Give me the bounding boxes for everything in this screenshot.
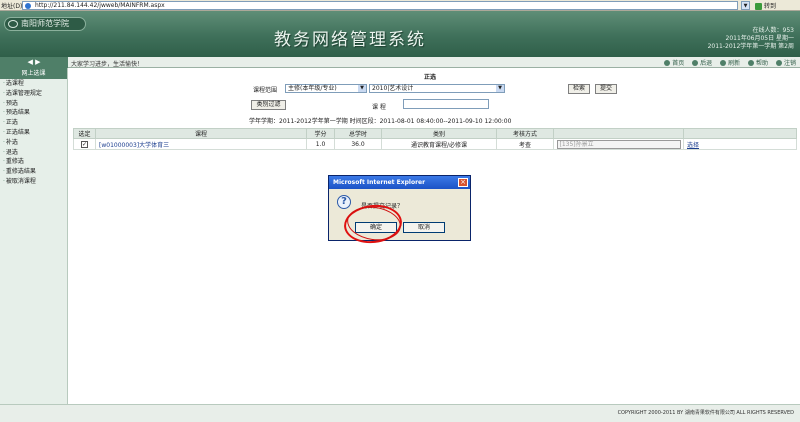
- course-cell[interactable]: [w01000003]大学体育三: [95, 138, 307, 150]
- select-checkbox[interactable]: ✓: [81, 140, 88, 148]
- close-icon[interactable]: ×: [458, 178, 468, 187]
- go-label: 转到: [764, 3, 777, 10]
- col-exam: 考核方式: [496, 128, 554, 139]
- col-credit: 学分: [306, 128, 335, 139]
- sidebar-item-rules[interactable]: 选课管理规定: [0, 89, 67, 99]
- nav-home[interactable]: 首页: [664, 60, 684, 67]
- col-action: [683, 128, 797, 139]
- sidebar-item-drop[interactable]: 退选: [0, 148, 67, 158]
- top-nav: 首页 后退 刷新 帮助 注销: [658, 58, 796, 67]
- seat-cell: [135]孙景立: [553, 138, 684, 150]
- sidebar-item-formal-select[interactable]: 正选: [0, 118, 67, 128]
- url-input[interactable]: http://211.84.144.42/jwweb/MAINFRM.aspx: [22, 1, 738, 10]
- nav-help[interactable]: 帮助: [748, 60, 768, 67]
- page-title: 正选: [424, 74, 437, 81]
- sidebar-item-cancelled[interactable]: 被取消课程: [0, 177, 67, 187]
- copyright: COPYRIGHT 2000-2011 BY 湖南青果软件有限公司 ALL RI…: [617, 410, 794, 416]
- current-date: 2011年06月05日 星期一: [725, 35, 794, 42]
- header-banner: 南阳师范学院 教务网络管理系统 在线人数：953 2011年06月05日 星期一…: [0, 11, 800, 57]
- go-button[interactable]: 转到: [755, 1, 776, 10]
- sidebar-item-retake-result[interactable]: 重修选结果: [0, 167, 67, 177]
- credit-cell: 1.0: [306, 138, 335, 150]
- nav-back[interactable]: 后退: [692, 60, 712, 67]
- url-dropdown-icon[interactable]: ▼: [741, 1, 750, 10]
- online-count: 在线人数：953: [752, 27, 794, 34]
- sidebar-item-formal-result[interactable]: 正选结果: [0, 128, 67, 138]
- cancel-button[interactable]: 取消: [403, 222, 445, 233]
- sidebar: 网上选课 选课程 选课管理规定 预选 预选结果 正选 正选结果 补选 退选 重修…: [0, 68, 68, 422]
- submit-button[interactable]: 提交: [595, 84, 617, 94]
- teacher-field: [135]孙景立: [556, 139, 681, 149]
- url-text: http://211.84.144.42/jwweb/MAINFRM.aspx: [35, 2, 165, 9]
- category-cell: 通识教育课程/必修课: [381, 138, 497, 150]
- sidebar-item-retake[interactable]: 重修选: [0, 157, 67, 167]
- marquee-text: 大家学习进步，生活愉快！: [71, 61, 144, 68]
- major-value: 2010|艺术设计: [372, 85, 414, 92]
- school-name: 南阳师范学院: [21, 19, 69, 28]
- collapse-arrows-icon[interactable]: ◀ ▶: [0, 57, 68, 68]
- range-label: 课程范围: [253, 87, 278, 94]
- chevron-down-icon: ▼: [496, 85, 504, 92]
- sidebar-header: 网上选课: [0, 68, 67, 79]
- nav-refresh[interactable]: 刷新: [720, 60, 740, 67]
- filter-button[interactable]: 类别过滤: [251, 100, 286, 110]
- col-category: 类别: [381, 128, 497, 139]
- sidebar-item-supplement[interactable]: 补选: [0, 138, 67, 148]
- col-hours: 总学时: [334, 128, 382, 139]
- sidebar-item-course[interactable]: 选课程: [0, 79, 67, 89]
- col-course: 课程: [95, 128, 307, 139]
- hours-cell: 36.0: [334, 138, 382, 150]
- footer: COPYRIGHT 2000-2011 BY 湖南青果软件有限公司 ALL RI…: [0, 404, 800, 422]
- current-term: 2011-2012学年第一学期 第2周: [707, 43, 794, 50]
- course-input[interactable]: [403, 99, 489, 109]
- term-info: 学年学期：2011-2012学年第一学期 时间区段：2011-08-01 08:…: [249, 118, 512, 125]
- table-row: ✓ [w01000003]大学体育三 1.0 36.0 通识教育课程/必修课 考…: [73, 138, 797, 150]
- course-table: 选定 课程 学分 总学时 类别 考核方式 ✓ [w01000003]大学体育三 …: [73, 128, 797, 150]
- address-label: 地址(D): [1, 3, 23, 10]
- sidebar-item-preselect[interactable]: 预选: [0, 99, 67, 109]
- go-arrow-icon: [755, 3, 762, 10]
- course-label: 课 程: [372, 104, 386, 111]
- logo-emblem-icon: [8, 20, 18, 28]
- search-button[interactable]: 检索: [568, 84, 590, 94]
- choose-link[interactable]: 选择: [683, 138, 797, 150]
- question-icon: ?: [337, 195, 351, 209]
- sidebar-item-preselect-result[interactable]: 预选结果: [0, 108, 67, 118]
- ie-icon: [25, 3, 31, 9]
- school-logo: 南阳师范学院: [4, 17, 86, 31]
- range-value: 主修(本年级/专业): [288, 85, 337, 92]
- dialog-title: Microsoft Internet Explorer: [329, 176, 470, 189]
- select-cell: ✓: [73, 138, 96, 150]
- nav-logout[interactable]: 注销: [776, 60, 796, 67]
- system-title: 教务网络管理系统: [274, 30, 426, 50]
- col-seat: [553, 128, 684, 139]
- major-select[interactable]: 2010|艺术设计 ▼: [369, 84, 505, 93]
- col-select: 选定: [73, 128, 96, 139]
- exam-cell: 考查: [496, 138, 554, 150]
- header-info: 在线人数：953 2011年06月05日 星期一 2011-2012学年第一学期…: [708, 27, 794, 51]
- table-header: 选定 课程 学分 总学时 类别 考核方式: [73, 128, 797, 139]
- chevron-down-icon: ▼: [358, 85, 366, 92]
- range-select[interactable]: 主修(本年级/专业) ▼: [285, 84, 367, 93]
- address-bar: 地址(D) http://211.84.144.42/jwweb/MAINFRM…: [0, 0, 800, 11]
- main-content: 正选 课程范围 主修(本年级/专业) ▼ 2010|艺术设计 ▼ 检索 提交 类别过…: [69, 68, 800, 422]
- toolbar: ◀ ▶ 大家学习进步，生活愉快！ 首页 后退 刷新 帮助 注销: [0, 57, 800, 68]
